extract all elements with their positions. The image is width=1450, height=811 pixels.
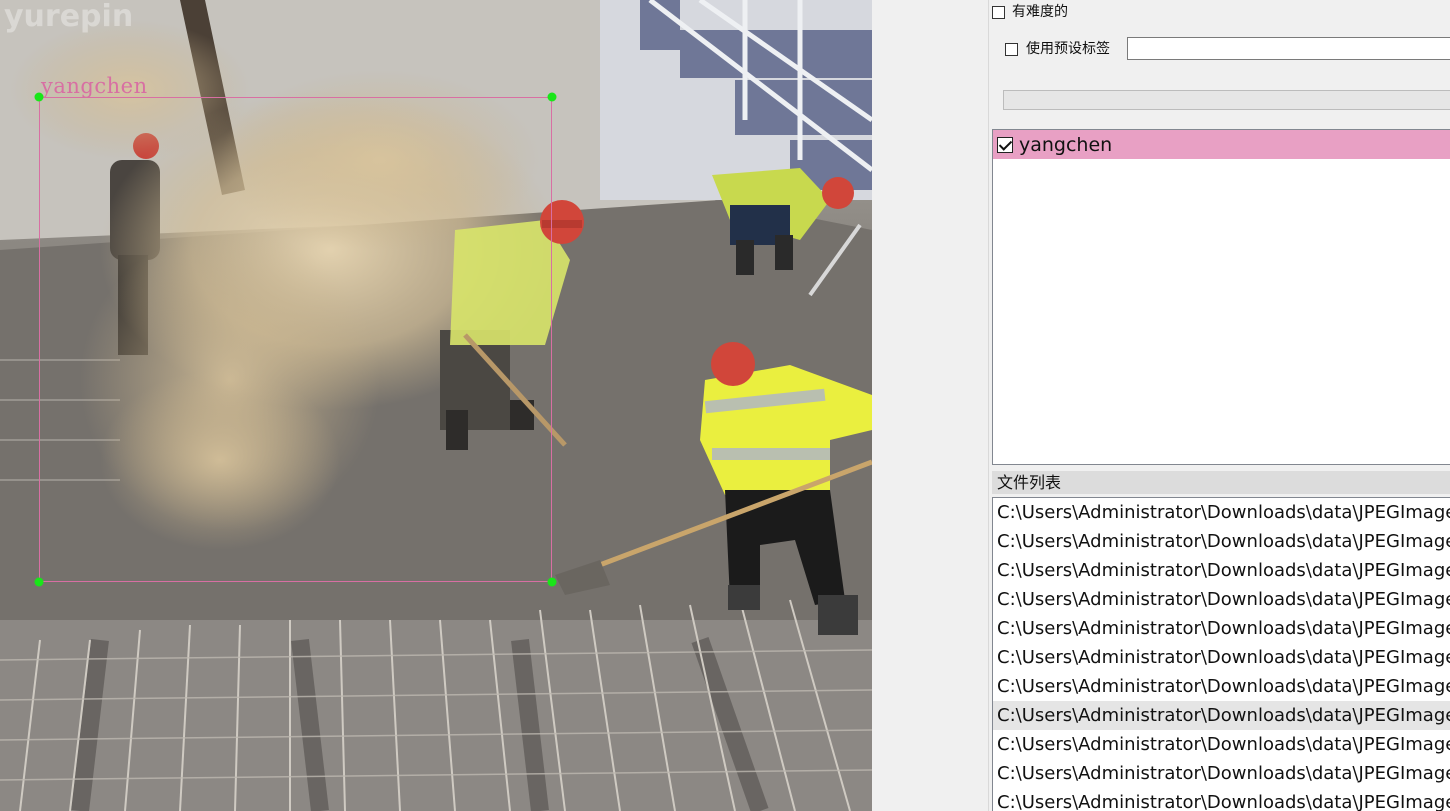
preset-label-input[interactable] — [1127, 37, 1450, 60]
difficult-label: 有难度的 — [1012, 4, 1068, 20]
file-list-item[interactable]: C:\Users\Administrator\Downloads\data\JP… — [993, 643, 1450, 672]
file-list-item[interactable]: C:\Users\Administrator\Downloads\data\JP… — [993, 498, 1450, 527]
difficult-checkbox-row[interactable]: 有难度的 — [992, 1, 1068, 21]
box-labels-panel: 有难度的 使用预设标签 yangchen 文件列表 C:\Users\Admin… — [989, 0, 1450, 811]
box-corner-handle-top-left[interactable] — [34, 92, 44, 102]
label-item-text: yangchen — [1019, 133, 1113, 156]
file-list-item[interactable]: C:\Users\Administrator\Downloads\data\JP… — [993, 556, 1450, 585]
file-list-title: 文件列表 — [992, 471, 1450, 494]
file-list-item[interactable]: C:\Users\Administrator\Downloads\data\JP… — [993, 759, 1450, 788]
use-preset-label-row[interactable]: 使用预设标签 — [1005, 38, 1110, 58]
file-list-item[interactable]: C:\Users\Administrator\Downloads\data\JP… — [993, 585, 1450, 614]
label-list[interactable]: yangchen — [992, 129, 1450, 465]
use-preset-label-text: 使用预设标签 — [1026, 41, 1110, 57]
difficult-checkbox[interactable] — [992, 5, 1005, 19]
box-corner-handle-bottom-right[interactable] — [547, 577, 557, 587]
file-list-item[interactable]: C:\Users\Administrator\Downloads\data\JP… — [993, 701, 1450, 730]
file-list-item[interactable]: C:\Users\Administrator\Downloads\data\JP… — [993, 788, 1450, 811]
file-list-item[interactable]: C:\Users\Administrator\Downloads\data\JP… — [993, 672, 1450, 701]
file-list-item[interactable]: C:\Users\Administrator\Downloads\data\JP… — [993, 527, 1450, 556]
label-visible-checkbox[interactable] — [997, 136, 1013, 153]
label-list-item[interactable]: yangchen — [993, 130, 1450, 159]
file-list-item[interactable]: C:\Users\Administrator\Downloads\data\JP… — [993, 614, 1450, 643]
progress-bar — [1003, 90, 1450, 110]
svg-text:yurepin: yurepin — [4, 0, 133, 34]
file-list[interactable]: C:\Users\Administrator\Downloads\data\JP… — [992, 497, 1450, 811]
box-corner-handle-top-right[interactable] — [547, 92, 557, 102]
file-list-item[interactable]: C:\Users\Administrator\Downloads\data\JP… — [993, 730, 1450, 759]
canvas-gutter — [872, 0, 989, 811]
image-canvas[interactable]: yurepin yangchen — [0, 0, 872, 811]
annotation-box-label: yangchen — [41, 74, 148, 98]
use-preset-label-checkbox[interactable] — [1005, 42, 1018, 56]
box-corner-handle-bottom-left[interactable] — [34, 577, 44, 587]
annotation-bounding-box[interactable] — [39, 97, 552, 582]
